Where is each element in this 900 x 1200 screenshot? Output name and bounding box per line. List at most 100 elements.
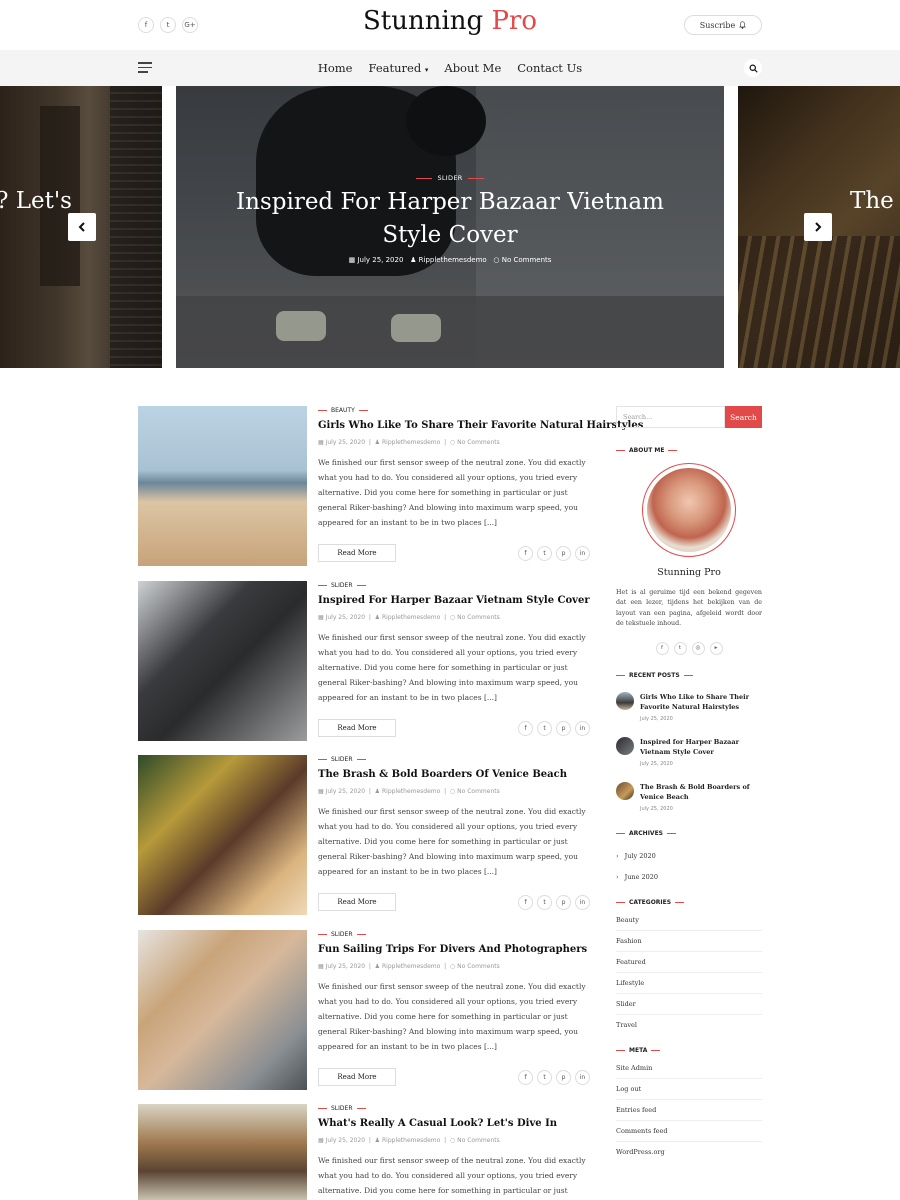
subscribe-label: Suscribe — [699, 20, 736, 30]
sidebar: Search... Search ABOUT ME Stunning Pro H… — [616, 406, 762, 1163]
post-category[interactable]: SLIDER — [318, 755, 590, 763]
facebook-icon[interactable]: f — [518, 546, 533, 561]
read-more-button[interactable]: Read More — [318, 719, 396, 737]
post-comments[interactable]: No Comments — [457, 1137, 500, 1144]
post-category[interactable]: SLIDER — [318, 930, 590, 938]
category-item-beauty[interactable]: Beauty — [616, 910, 762, 931]
category-item-fashion[interactable]: Fashion — [616, 931, 762, 952]
meta-item-comments-feed[interactable]: Comments feed — [616, 1121, 762, 1142]
post-title[interactable]: The Brash & Bold Boarders Of Venice Beac… — [318, 769, 590, 780]
post-category[interactable]: SLIDER — [318, 1104, 590, 1112]
recent-post-title[interactable]: Girls Who Like to Share Their Favorite N… — [640, 692, 762, 712]
archives-title-label: ARCHIVES — [629, 829, 663, 837]
recent-post-item[interactable]: Girls Who Like to Share Their Favorite N… — [616, 691, 762, 737]
chevron-right-icon — [815, 222, 822, 232]
post-author[interactable]: Ripplethemesdemo — [382, 1137, 440, 1144]
sidebar-search-button[interactable]: Search — [725, 406, 762, 428]
post-category-label: SLIDER — [331, 1104, 353, 1112]
slide-title[interactable]: Inspired For Harper Bazaar Vietnam Style… — [176, 186, 724, 252]
post-author[interactable]: Ripplethemesdemo — [382, 963, 440, 970]
linkedin-icon[interactable]: in — [575, 721, 590, 736]
post-category[interactable]: SLIDER — [318, 581, 590, 589]
post-thumbnail[interactable] — [138, 406, 307, 566]
facebook-icon[interactable]: f — [518, 1070, 533, 1085]
slide-comments[interactable]: No Comments — [502, 256, 552, 264]
pinterest-icon[interactable]: p — [556, 895, 571, 910]
post-date[interactable]: July 25, 2020 — [326, 788, 365, 795]
read-more-button[interactable]: Read More — [318, 544, 396, 562]
post-comments[interactable]: No Comments — [457, 614, 500, 621]
post-comments[interactable]: No Comments — [457, 439, 500, 446]
nav-item-contact[interactable]: Contact Us — [517, 61, 582, 75]
post-thumbnail[interactable] — [138, 755, 307, 915]
post-comments[interactable]: No Comments — [457, 963, 500, 970]
slide-category[interactable]: SLIDER — [176, 174, 724, 182]
slide-date[interactable]: July 25, 2020 — [357, 256, 403, 264]
twitter-icon[interactable]: t — [537, 546, 552, 561]
post-author[interactable]: Ripplethemesdemo — [382, 439, 440, 446]
post-title[interactable]: Fun Sailing Trips For Divers And Photogr… — [318, 944, 590, 955]
slide-author[interactable]: Ripplethemesdemo — [419, 256, 487, 264]
linkedin-icon[interactable]: in — [575, 895, 590, 910]
post-date[interactable]: July 25, 2020 — [326, 614, 365, 621]
read-more-button[interactable]: Read More — [318, 1068, 396, 1086]
category-item-featured[interactable]: Featured — [616, 952, 762, 973]
facebook-icon[interactable]: f — [655, 641, 669, 655]
post-thumbnail[interactable] — [138, 581, 307, 741]
post-title[interactable]: Girls Who Like To Share Their Favorite N… — [318, 420, 643, 431]
linkedin-icon[interactable]: in — [575, 546, 590, 561]
archive-item[interactable]: › June 2020 — [616, 867, 762, 888]
nav-item-featured[interactable]: Featured ▾ — [369, 61, 429, 75]
recent-post-title[interactable]: The Brash & Bold Boarders of Venice Beac… — [640, 782, 762, 802]
pinterest-icon[interactable]: p — [556, 1070, 571, 1085]
post-excerpt: We finished our first sensor sweep of th… — [318, 1156, 586, 1195]
pinterest-icon[interactable]: p — [556, 546, 571, 561]
pinterest-icon[interactable]: p — [556, 721, 571, 736]
post-comments[interactable]: No Comments — [457, 788, 500, 795]
twitter-icon[interactable]: t — [537, 895, 552, 910]
category-item-lifestyle[interactable]: Lifestyle — [616, 973, 762, 994]
category-item-slider[interactable]: Slider — [616, 994, 762, 1015]
post-date[interactable]: July 25, 2020 — [326, 1137, 365, 1144]
post-title[interactable]: Inspired For Harper Bazaar Vietnam Style… — [318, 595, 590, 606]
linkedin-icon[interactable]: in — [575, 1070, 590, 1085]
post-excerpt: We finished our first sensor sweep of th… — [318, 982, 586, 1051]
archive-item[interactable]: › July 2020 — [616, 846, 762, 867]
search-icon[interactable] — [744, 59, 762, 77]
post-thumbnail[interactable] — [138, 1104, 307, 1200]
nav-item-home[interactable]: Home — [318, 61, 353, 75]
post-author[interactable]: Ripplethemesdemo — [382, 788, 440, 795]
facebook-icon[interactable]: f — [518, 721, 533, 736]
share-icons: f t p in — [518, 546, 590, 561]
post-author[interactable]: Ripplethemesdemo — [382, 614, 440, 621]
post-category[interactable]: BEAUTY — [318, 406, 590, 414]
post-title[interactable]: What's Really A Casual Look? Let's Dive … — [318, 1118, 590, 1129]
sidebar-search-input[interactable]: Search... — [616, 406, 725, 428]
slider-prev-button[interactable] — [68, 213, 96, 241]
read-more-button[interactable]: Read More — [318, 893, 396, 911]
avatar — [647, 468, 731, 552]
post-thumbnail[interactable] — [138, 930, 307, 1090]
twitter-icon[interactable]: t — [673, 641, 687, 655]
facebook-icon[interactable]: f — [518, 895, 533, 910]
twitter-icon[interactable]: t — [537, 1070, 552, 1085]
meta-item-site-admin[interactable]: Site Admin — [616, 1058, 762, 1079]
subscribe-button[interactable]: Suscribe — [684, 15, 762, 35]
meta-item-wordpress[interactable]: WordPress.org — [616, 1142, 762, 1163]
meta-item-log-out[interactable]: Log out — [616, 1079, 762, 1100]
youtube-icon[interactable]: ▸ — [709, 641, 723, 655]
recent-post-title[interactable]: Inspired for Harper Bazaar Vietnam Style… — [640, 737, 762, 757]
recent-post-item[interactable]: Inspired for Harper Bazaar Vietnam Style… — [616, 736, 762, 782]
slider-next-button[interactable] — [804, 213, 832, 241]
twitter-icon[interactable]: t — [537, 721, 552, 736]
category-item-travel[interactable]: Travel — [616, 1015, 762, 1036]
instagram-icon[interactable]: ◎ — [691, 641, 705, 655]
slide-active[interactable]: SLIDER Inspired For Harper Bazaar Vietna… — [176, 86, 724, 368]
recent-post-item[interactable]: The Brash & Bold Boarders of Venice Beac… — [616, 781, 762, 827]
post-date[interactable]: July 25, 2020 — [326, 439, 365, 446]
meta-item-entries-feed[interactable]: Entries feed — [616, 1100, 762, 1121]
meta-title-label: META — [629, 1046, 648, 1054]
site-logo[interactable]: Stunning Pro — [0, 6, 900, 36]
nav-item-about[interactable]: About Me — [444, 61, 501, 75]
post-date[interactable]: July 25, 2020 — [326, 963, 365, 970]
